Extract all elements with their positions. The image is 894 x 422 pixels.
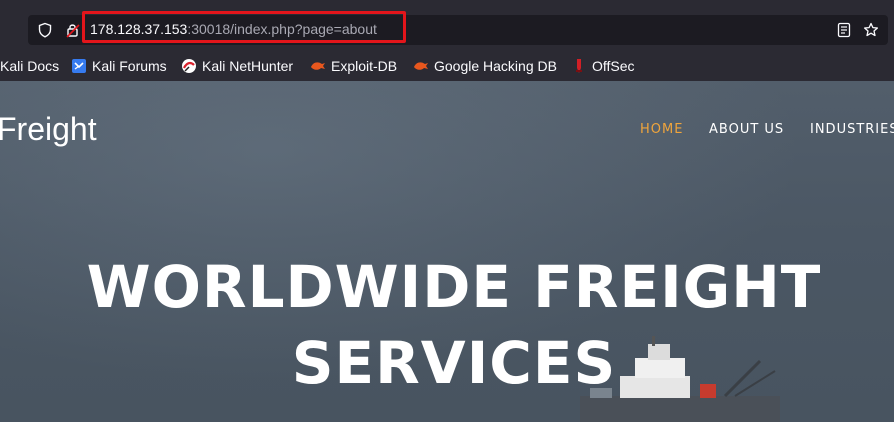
bookmarks-toolbar: Kali Docs Kali Forums Kali NetHunter Exp… bbox=[0, 51, 894, 81]
bookmark-label: OffSec bbox=[592, 58, 635, 74]
bookmark-google-hacking-db[interactable]: Google Hacking DB bbox=[413, 56, 557, 76]
tab-strip-edge bbox=[0, 0, 894, 9]
webpage-content: Freight HOME ABOUT US INDUSTRIES WORLDWI… bbox=[0, 81, 894, 422]
nav-about-us[interactable]: ABOUT US bbox=[709, 122, 784, 137]
url-highlight-box bbox=[82, 11, 406, 43]
nav-home[interactable]: HOME bbox=[640, 122, 683, 137]
bookmark-label: Google Hacking DB bbox=[434, 58, 557, 74]
bookmark-label: Kali NetHunter bbox=[202, 58, 294, 74]
browser-toolbar: 178.128.37.153:30018/index.php?page=abou… bbox=[0, 9, 894, 51]
bookmark-label: Kali Forums bbox=[92, 58, 167, 74]
bookmark-star-icon[interactable] bbox=[863, 22, 879, 38]
exploit-db-icon bbox=[311, 62, 325, 70]
reader-view-icon[interactable] bbox=[836, 22, 852, 38]
shield-icon[interactable] bbox=[37, 22, 53, 38]
nethunter-icon bbox=[182, 59, 196, 73]
kali-forums-icon bbox=[72, 59, 86, 73]
site-brand[interactable]: Freight bbox=[0, 111, 97, 148]
bookmark-kali-nethunter[interactable]: Kali NetHunter bbox=[181, 56, 293, 76]
insecure-lock-icon[interactable] bbox=[65, 22, 81, 38]
bookmark-label: Kali Docs bbox=[0, 58, 60, 74]
bookmark-offsec[interactable]: OffSec bbox=[571, 56, 635, 76]
hero-heading: WORLDWIDE FREIGHT SERVICES bbox=[0, 249, 894, 401]
bookmark-exploit-db[interactable]: Exploit-DB bbox=[310, 56, 397, 76]
address-bar[interactable]: 178.128.37.153:30018/index.php?page=abou… bbox=[28, 11, 888, 45]
bookmark-kali-forums[interactable]: Kali Forums bbox=[71, 56, 167, 76]
bookmark-label: Exploit-DB bbox=[331, 58, 398, 74]
hero-heading-line-2: SERVICES bbox=[291, 329, 617, 397]
offsec-icon bbox=[576, 59, 582, 73]
hero-heading-line-1: WORLDWIDE FREIGHT bbox=[86, 253, 822, 321]
bookmark-kali-docs[interactable]: Kali Docs bbox=[0, 56, 59, 76]
nav-industries[interactable]: INDUSTRIES bbox=[810, 122, 894, 137]
ghdb-icon bbox=[414, 62, 428, 70]
